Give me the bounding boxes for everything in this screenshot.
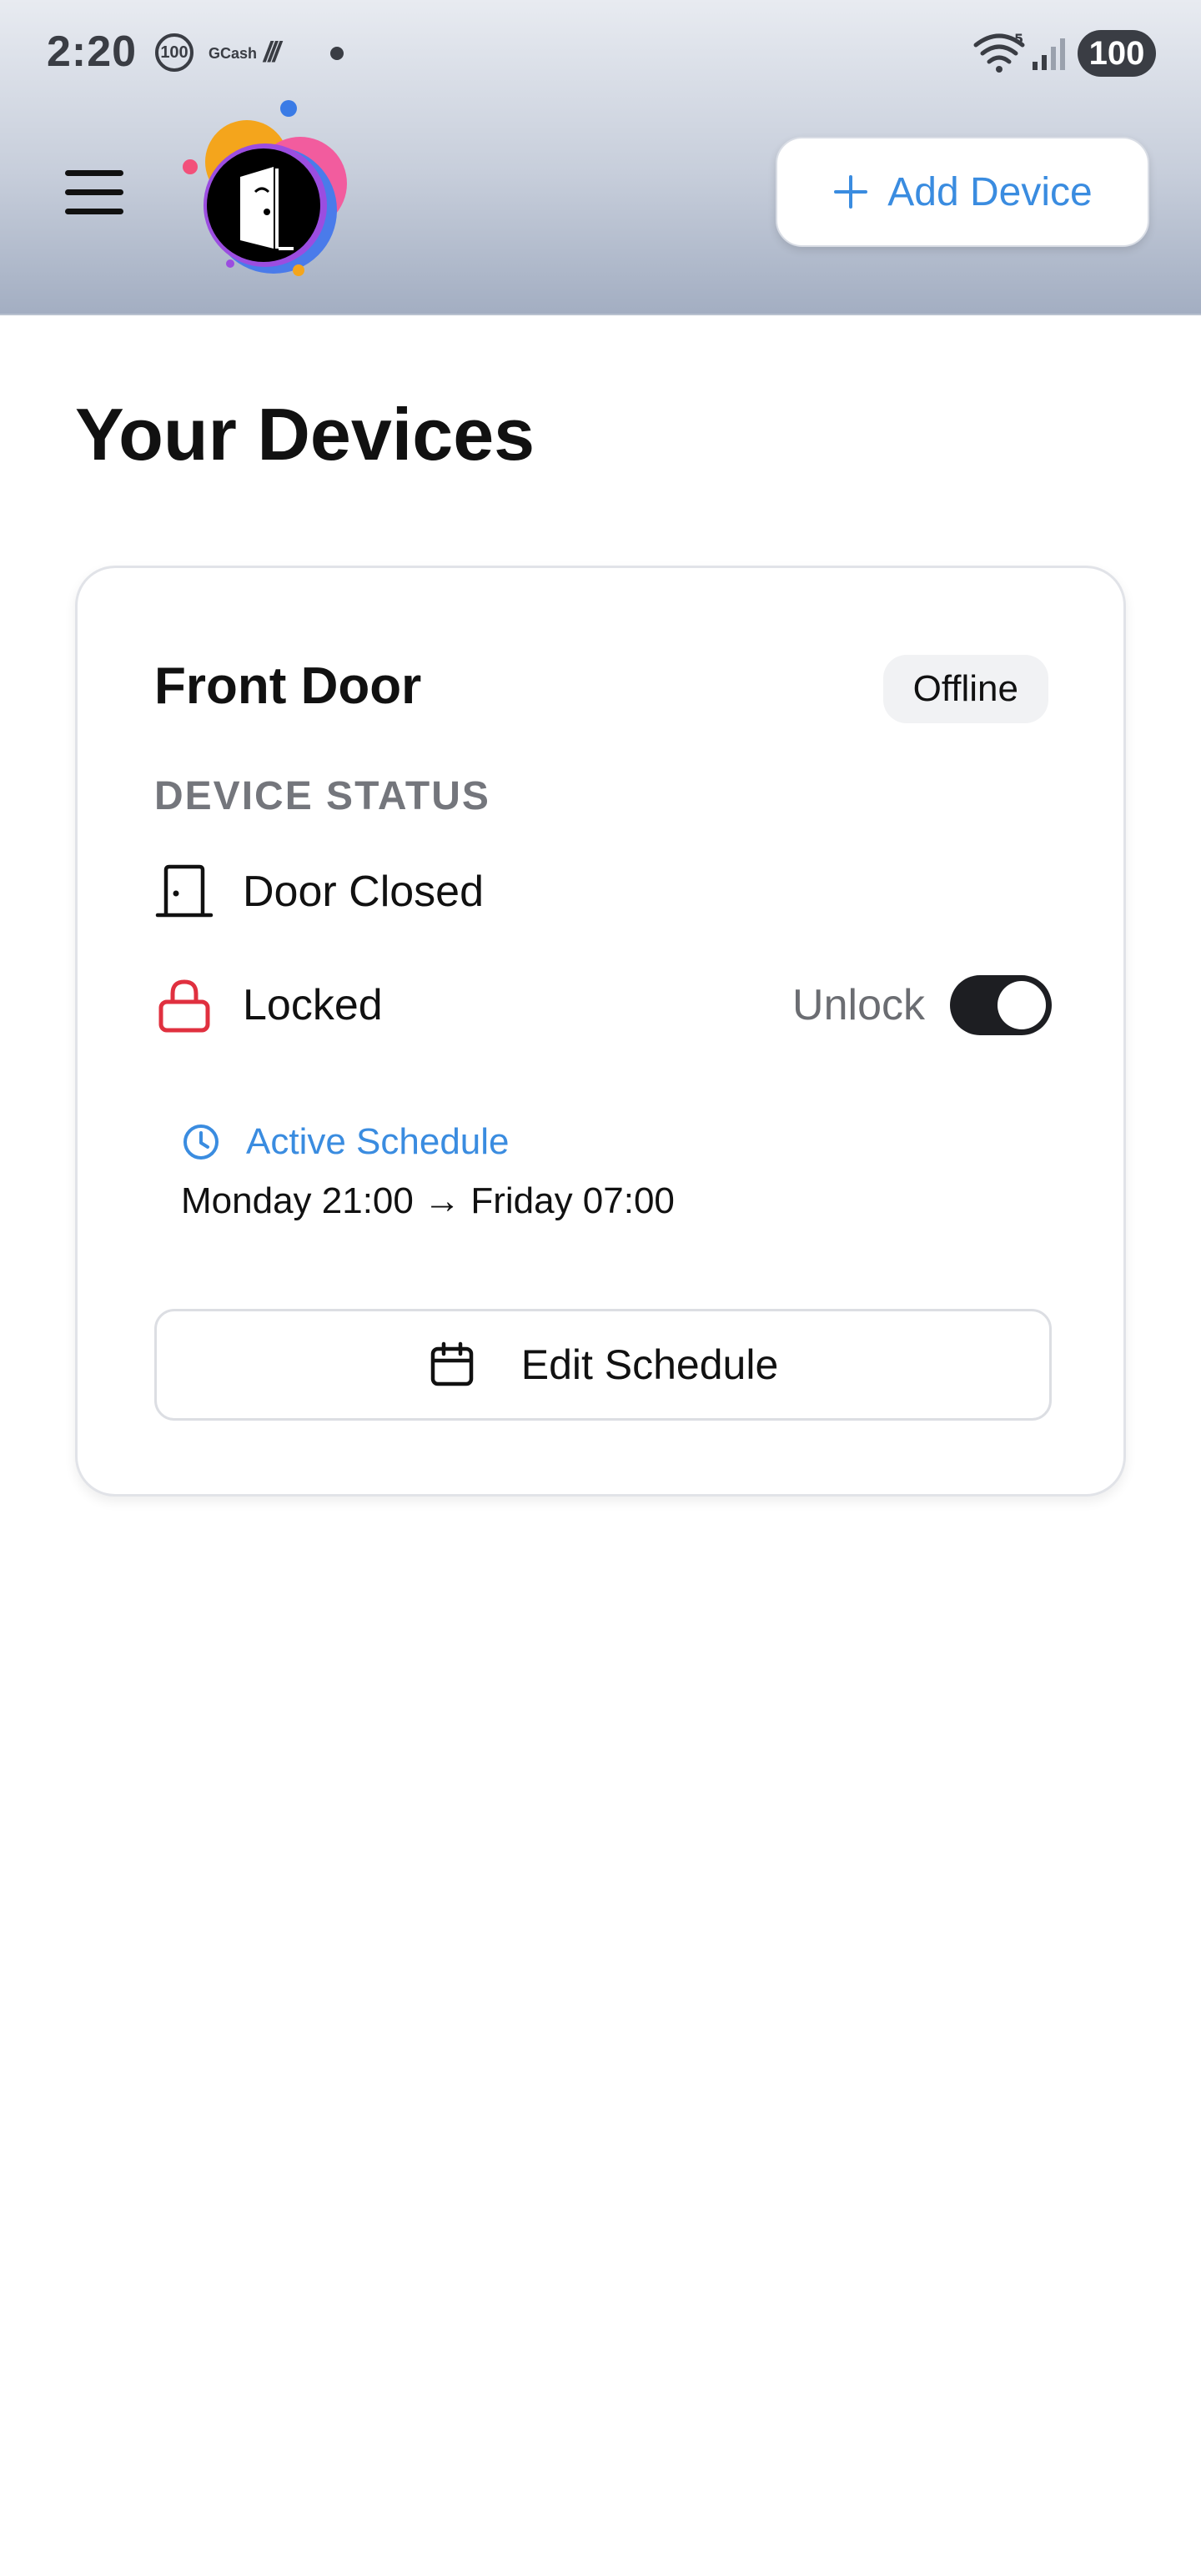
add-device-button[interactable]: Add Device: [776, 137, 1149, 247]
device-name: Front Door: [154, 657, 422, 715]
schedule-title: Active Schedule: [246, 1121, 510, 1162]
gcash-notification-icon: GCash: [209, 45, 258, 62]
status-time: 2:20: [47, 28, 138, 76]
unlock-toggle[interactable]: [950, 975, 1052, 1035]
unlock-label: Unlock: [792, 981, 925, 1029]
notification-count-icon: 100: [155, 33, 193, 72]
add-device-label: Add Device: [887, 169, 1093, 214]
status-bar: 2:20 100 GCash /// 5 100: [0, 0, 1201, 108]
smart-door-logo-icon: [183, 100, 347, 276]
schedule-range: Monday 21:00 → Friday 07:00: [181, 1180, 675, 1221]
toggle-knob: [997, 981, 1046, 1029]
lock-icon: [158, 979, 210, 1033]
connection-status-badge: Offline: [882, 655, 1048, 723]
active-schedule-block: Active Schedule Monday 21:00 → Friday 07…: [181, 1117, 675, 1222]
wifi-icon: 5: [973, 32, 1025, 73]
battery-icon: 100: [1078, 30, 1156, 77]
cell-signal-icon: [1033, 38, 1065, 70]
page-title: Your Devices: [75, 393, 535, 475]
edit-schedule-label: Edit Schedule: [520, 1341, 779, 1388]
edit-schedule-button[interactable]: Edit Schedule: [154, 1309, 1052, 1421]
door-status-row: Door Closed: [154, 858, 484, 925]
plus-icon: [834, 175, 868, 209]
lock-state-text: Locked: [243, 981, 383, 1029]
data-saver-icon: ///: [264, 37, 280, 68]
lock-status-row: Locked Unlock: [154, 972, 1052, 1039]
door-icon: [155, 864, 214, 918]
app-header: 2:20 100 GCash /// 5 100 Add Device: [0, 0, 1201, 315]
device-status-heading: DEVICE STATUS: [154, 774, 490, 818]
clock-icon: [183, 1124, 219, 1160]
door-state-text: Door Closed: [243, 868, 485, 916]
svg-text:5: 5: [1014, 32, 1023, 47]
calendar-icon: [430, 1341, 473, 1386]
more-notifications-dot-icon: [330, 47, 344, 60]
hamburger-menu-icon[interactable]: [58, 158, 130, 225]
device-card: Front Door Offline DEVICE STATUS Door Cl…: [75, 566, 1126, 1497]
schedule-header: Active Schedule: [181, 1117, 675, 1167]
